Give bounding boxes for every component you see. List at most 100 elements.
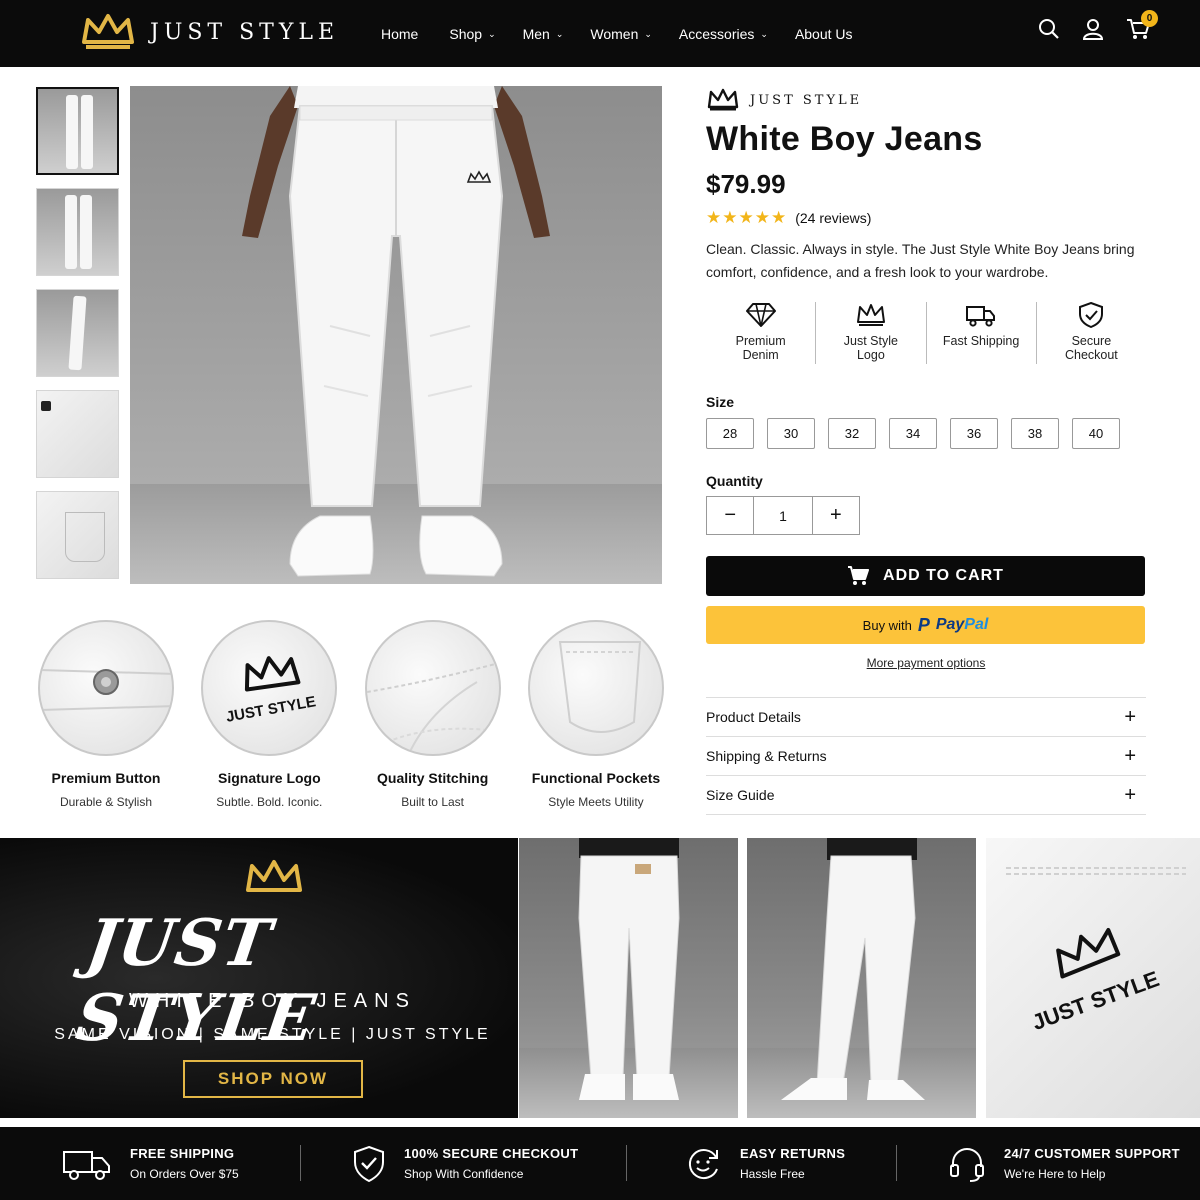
product-description: Clean. Classic. Always in style. The Jus… [706,241,1135,280]
size-option[interactable]: 28 [706,418,754,449]
paypal-word-pay: Pay [935,616,965,633]
nav-label: About Us [794,25,853,42]
thumbnail-detail-pocket[interactable] [36,491,119,579]
paypal-wordmark: PayPal [936,616,988,634]
product-rating[interactable]: ★★★★★ (24 reviews) [706,208,1146,228]
product-brand: JUST STYLE [706,88,1146,112]
paypal-logo-icon: P [917,614,930,635]
nav-accessories[interactable]: Accessories ⌄ [679,26,768,42]
nav-women[interactable]: Women ⌄ [590,26,652,42]
thumbnail-front[interactable] [36,87,119,175]
feature-just-style-logo: Just Style Logo [816,302,927,364]
nav-shop[interactable]: Shop ⌄ [449,26,495,42]
cart-count-badge: 0 [1141,10,1158,27]
trust-subtitle: Shop With Confidence [404,1167,524,1181]
thumbnail-detail-logo[interactable] [36,390,119,478]
size-option[interactable]: 40 [1072,418,1120,449]
more-payment-options-link[interactable]: More payment options [706,656,1146,670]
promo-subtitle: WHITE BOY JEANS [129,990,416,1012]
trust-strip: FREE SHIPPING On Orders Over $75 100% SEC… [0,1127,1200,1200]
plus-icon: + [1124,783,1136,806]
detail-logo-image: JUST STYLE [201,620,338,756]
detail-logo: JUST STYLE Signature Logo Subtle. Bold. … [199,620,339,809]
headset-icon [950,1147,984,1182]
shield-check-icon [1079,302,1104,328]
size-option[interactable]: 34 [889,418,937,449]
paypal-prefix: Buy with [862,617,912,633]
size-selector: 28 30 32 34 36 38 40 [706,418,1146,449]
thumbnail-list [36,87,119,592]
add-to-cart-button[interactable]: ADD TO CART [706,556,1145,596]
trust-subtitle: Hassle Free [740,1167,805,1181]
size-option[interactable]: 30 [767,418,815,449]
trust-secure-checkout: 100% SECURE CHECKOUT Shop With Confidence [352,1127,578,1200]
search-icon[interactable] [1038,18,1060,40]
feature-label: Just Style Logo [843,334,898,362]
product-price: $79.99 [706,169,786,199]
detail-subtitle: Built to Last [401,795,464,809]
shop-now-button[interactable]: SHOP NOW [183,1060,363,1098]
crown-logo-icon [82,14,134,49]
promo-panel: JUST STYLE WHITE BOY JEANS SAME VISION |… [0,838,518,1118]
detail-stitching: Quality Stitching Built to Last [363,620,503,809]
detail-title: Quality Stitching [377,770,489,786]
accordion-label: Product Details [706,709,801,725]
detail-logo-wordmark: JUST STYLE [225,693,317,726]
nav-label: Men [522,25,550,42]
size-option[interactable]: 38 [1011,418,1059,449]
trust-easy-returns: EASY RETURNS Hassle Free [684,1127,845,1200]
nav-label: Women [590,25,639,42]
quantity-increase-button[interactable]: + [813,497,859,534]
nav-label: Shop [449,25,483,42]
feature-secure-checkout: Secure Checkout [1037,302,1146,364]
nav-about-us[interactable]: About Us [795,26,853,42]
trust-free-shipping: FREE SHIPPING On Orders Over $75 [62,1127,239,1200]
detail-button-image [38,620,174,756]
promo-banner: JUST STYLE WHITE BOY JEANS SAME VISION |… [0,838,1200,1118]
size-option[interactable]: 36 [950,418,998,449]
main-nav: Home Shop ⌄ Men ⌄ Women ⌄ Accessories ⌄ Abou… [381,0,853,67]
feature-label: Premium Denim [735,334,786,362]
user-icon[interactable] [1082,18,1104,40]
nav-label: Accessories [678,25,755,42]
chevron-down-icon: ⌄ [488,29,496,39]
nav-label: Home [381,25,419,42]
nav-men[interactable]: Men ⌄ [523,26,564,42]
size-option[interactable]: 32 [828,418,876,449]
thumbnail-back[interactable] [36,188,119,276]
plus-icon: + [1124,744,1136,767]
product-info: JUST STYLE White Boy Jeans $79.99 ★★★★★ … [706,88,1146,815]
thumbnail-side[interactable] [36,289,119,377]
detail-subtitle: Style Meets Utility [548,795,644,809]
accordion-label: Size Guide [706,787,775,803]
chevron-down-icon: ⌄ [644,29,652,39]
cart-icon [848,566,870,585]
detail-title: Functional Pockets [531,770,661,786]
accordion-shipping-returns[interactable]: Shipping & Returns + [706,737,1146,776]
size-label: Size [706,394,735,410]
nav-home[interactable]: Home [381,26,418,42]
quantity-label: Quantity [706,473,763,489]
header-actions: 0 [1038,10,1158,40]
main-product-image[interactable] [130,86,662,584]
detail-title: Premium Button [51,770,161,786]
paypal-button[interactable]: Buy with P PayPal [706,606,1145,644]
trust-title: 24/7 CUSTOMER SUPPORT [1004,1146,1180,1161]
quantity-stepper: − 1 + [706,496,860,535]
cart-icon[interactable]: 0 [1126,10,1158,40]
detail-subtitle: Subtle. Bold. Iconic. [216,795,323,809]
truck-icon [63,1150,110,1180]
paypal-word-pal: Pal [964,616,989,633]
accordion-product-details[interactable]: Product Details + [706,698,1146,737]
quantity-decrease-button[interactable]: − [707,497,753,534]
crown-icon [856,304,885,326]
feature-label: Secure Checkout [1064,334,1118,362]
accordion-size-guide[interactable]: Size Guide + [706,776,1146,815]
feature-details: Premium Button Durable & Stylish JUST ST… [36,620,666,809]
jeans-illustration [242,86,550,577]
trust-title: 100% SECURE CHECKOUT [404,1146,579,1161]
brand-logo[interactable]: JUST STYLE [80,12,339,52]
quantity-input[interactable]: 1 [753,497,813,534]
detail-button: Premium Button Durable & Stylish [36,620,176,809]
product-brand-name: JUST STYLE [750,92,863,108]
